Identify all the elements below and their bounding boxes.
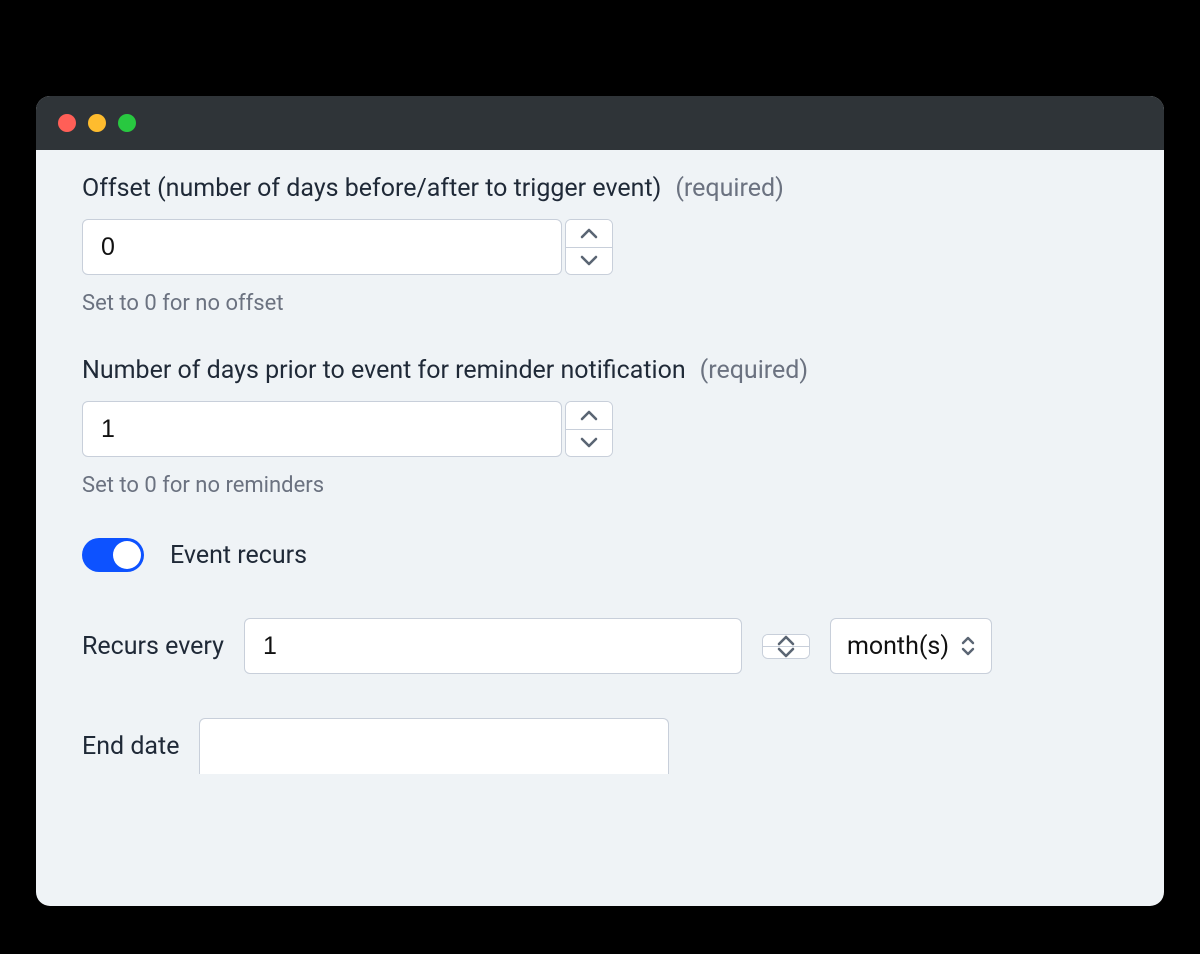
reminder-help-text: Set to 0 for no reminders <box>82 473 1118 498</box>
titlebar <box>36 96 1164 150</box>
sort-icon <box>961 636 975 656</box>
reminder-decrement-button[interactable] <box>566 430 612 457</box>
event-recurs-toggle[interactable] <box>82 538 144 572</box>
offset-label: Offset (number of days before/after to t… <box>82 174 661 203</box>
recurs-unit-value: month(s) <box>847 632 949 661</box>
recurs-unit-select[interactable]: month(s) <box>830 618 992 674</box>
recurs-every-label: Recurs every <box>82 632 224 661</box>
form-content: Offset (number of days before/after to t… <box>36 150 1164 774</box>
chevron-down-icon <box>580 255 598 266</box>
reminder-input[interactable] <box>82 401 562 457</box>
chevron-up-icon <box>580 410 598 421</box>
chevron-up-icon <box>580 228 598 239</box>
reminder-label: Number of days prior to event for remind… <box>82 356 686 385</box>
chevron-up-icon <box>777 635 795 646</box>
reminder-stepper <box>565 401 613 457</box>
reminder-required-marker: (required) <box>700 356 808 385</box>
close-window-button[interactable] <box>58 114 76 132</box>
reminder-increment-button[interactable] <box>566 402 612 430</box>
end-date-input[interactable] <box>199 718 669 774</box>
offset-input[interactable] <box>82 219 562 275</box>
recurs-every-stepper <box>762 634 810 659</box>
chevron-down-icon <box>777 647 795 658</box>
end-date-label: End date <box>82 732 179 761</box>
switch-knob <box>113 541 141 569</box>
event-recurs-label: Event recurs <box>170 541 307 570</box>
app-window: Offset (number of days before/after to t… <box>36 96 1164 906</box>
offset-increment-button[interactable] <box>566 220 612 248</box>
offset-help-text: Set to 0 for no offset <box>82 291 1118 316</box>
recurs-every-input[interactable] <box>244 618 742 674</box>
offset-required-marker: (required) <box>675 174 783 203</box>
recurs-every-decrement-button[interactable] <box>763 647 809 658</box>
chevron-down-icon <box>580 437 598 448</box>
recurs-every-increment-button[interactable] <box>763 635 809 647</box>
offset-decrement-button[interactable] <box>566 248 612 275</box>
offset-stepper <box>565 219 613 275</box>
minimize-window-button[interactable] <box>88 114 106 132</box>
maximize-window-button[interactable] <box>118 114 136 132</box>
